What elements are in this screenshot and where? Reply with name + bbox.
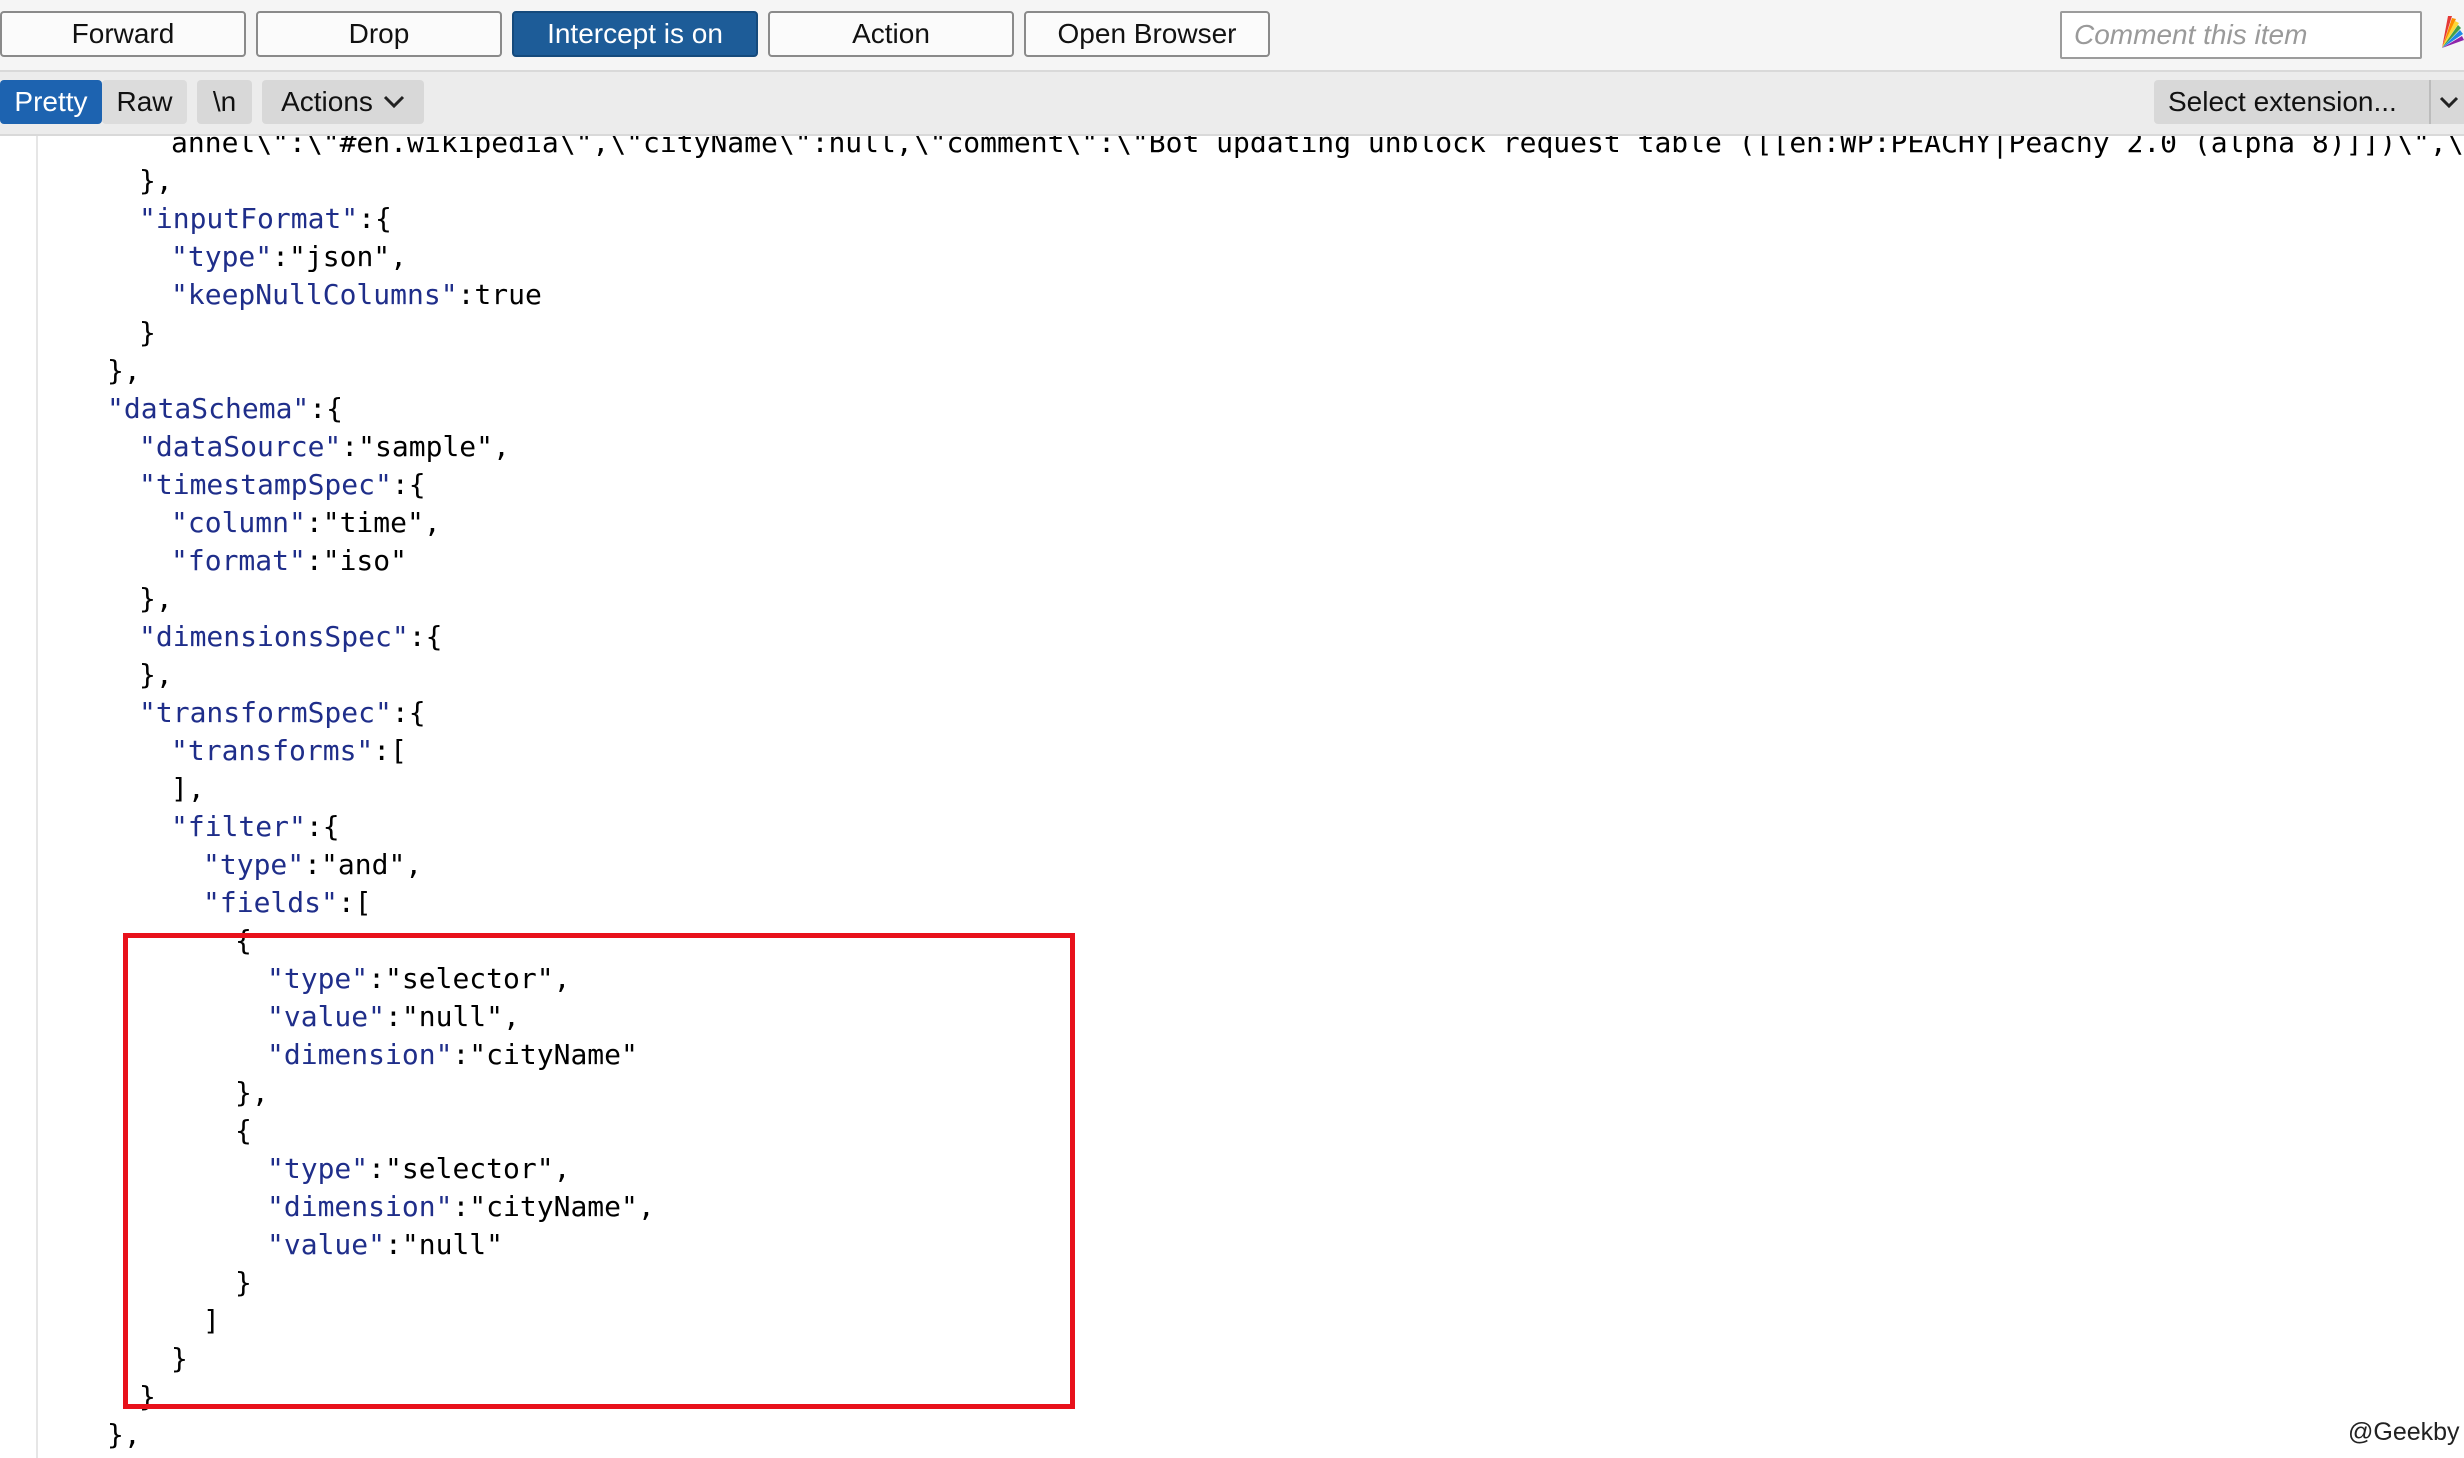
open-browser-button[interactable]: Open Browser (1024, 11, 1270, 57)
forward-button[interactable]: Forward (0, 11, 246, 57)
newline-toggle-button[interactable]: \n (197, 80, 252, 124)
code-line: "value":"null", (267, 1000, 520, 1033)
chevron-down-icon (2429, 80, 2464, 124)
comment-input[interactable] (2060, 11, 2422, 59)
code-line: "dataSchema":{ (107, 392, 344, 425)
code-line: "filter":{ (171, 810, 340, 843)
code-line: } (139, 316, 156, 349)
action-button[interactable]: Action (768, 11, 1014, 57)
code-line: "dimensionsSpec":{ (139, 620, 443, 653)
code-line: }, (107, 354, 141, 387)
code-line: "fields":[ (203, 886, 372, 919)
code-line: "dataSource":"sample", (139, 430, 510, 463)
select-extension-dropdown[interactable]: Select extension... (2154, 80, 2464, 124)
intercept-toggle-button[interactable]: Intercept is on (512, 11, 758, 57)
pretty-tab[interactable]: Pretty (0, 80, 102, 124)
code-line: "format":"iso" (171, 544, 408, 577)
code-line: "dimension":"cityName", (267, 1190, 655, 1223)
code-line: annel\":\"#en.wikipedia\",\"cityName\":n… (171, 136, 2464, 159)
code-line: { (235, 924, 252, 957)
code-line: "value":"null" (267, 1228, 504, 1261)
chevron-down-icon (383, 95, 404, 109)
message-editor-toolbar: Pretty Raw \n Actions Select extension..… (0, 72, 2464, 136)
code-line: } (171, 1342, 188, 1375)
actions-dropdown[interactable]: Actions (262, 80, 424, 124)
code-line: } (139, 1380, 156, 1413)
highlight-annotation-box (123, 933, 1075, 1409)
code-line: "type":"selector", (267, 1152, 571, 1185)
code-line: }, (139, 164, 173, 197)
code-line: "dimension":"cityName" (267, 1038, 638, 1071)
code-line: }, (139, 582, 173, 615)
code-line: ], (171, 772, 205, 805)
code-line: }, (139, 658, 173, 691)
code-line: }, (235, 1076, 269, 1109)
code-line: "keepNullColumns":true (171, 278, 542, 311)
drop-button[interactable]: Drop (256, 11, 502, 57)
code-line: ] (203, 1304, 220, 1337)
code-line: "type":"selector", (267, 962, 571, 995)
raw-tab[interactable]: Raw (102, 80, 187, 124)
code-line: "inputFormat":{ (139, 202, 392, 235)
code-line: "column":"time", (171, 506, 441, 539)
code-line: { (235, 1114, 252, 1147)
code-line: "timestampSpec":{ (139, 468, 426, 501)
select-extension-label: Select extension... (2168, 86, 2397, 117)
actions-label: Actions (281, 86, 373, 117)
code-line: "type":"and", (203, 848, 423, 881)
request-body-editor[interactable]: annel\":\"#en.wikipedia\",\"cityName\":n… (0, 136, 2464, 1458)
watermark: @Geekby (2348, 1418, 2460, 1446)
gutter-divider (36, 136, 38, 1458)
code-line: }, (107, 1418, 141, 1451)
burp-logo-icon (2442, 16, 2464, 48)
code-line: "transformSpec":{ (139, 696, 426, 729)
code-line: "type":"json", (171, 240, 408, 273)
code-line: "transforms":[ (171, 734, 408, 767)
code-line: } (235, 1266, 252, 1299)
intercept-toolbar: Forward Drop Intercept is on Action Open… (0, 0, 2464, 72)
